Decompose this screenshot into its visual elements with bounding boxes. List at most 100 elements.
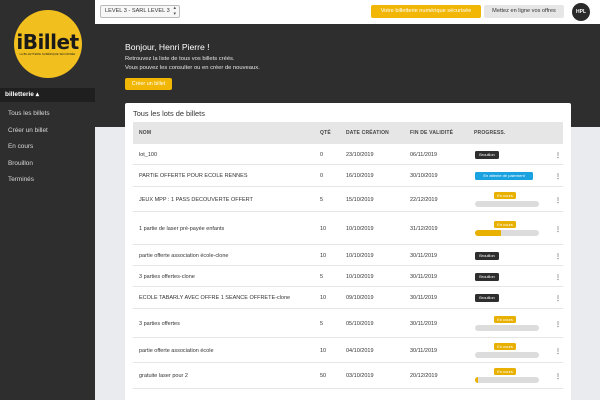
status-badge: Brouillon [475, 150, 499, 159]
caret-down-icon: ▴ [35, 91, 39, 98]
status-badge: En cours [494, 220, 516, 228]
row-qty: 0 [320, 173, 324, 179]
status-badge: Brouillon [475, 294, 499, 302]
row-name[interactable]: partie offerte association école-clone [139, 253, 228, 259]
row-created: 10/10/2019 [346, 225, 374, 232]
sidebar-item-tous-les-billets[interactable]: Tous les billets [0, 106, 95, 123]
col-qte[interactable]: QTÉ [320, 122, 331, 144]
table-row[interactable]: partie offerte association école-clone 10… [133, 245, 563, 266]
status-badge: En attente de paiement [475, 172, 533, 180]
row-name[interactable]: gratuite laser pour 2 [139, 373, 188, 379]
row-qty: 5 [320, 320, 324, 327]
row-qty: 10 [320, 252, 327, 259]
sidebar-section-label: billetterie [5, 91, 34, 98]
row-qty: 5 [320, 196, 324, 203]
sidebar-section-billetterie[interactable]: billetterie ▴ [0, 88, 95, 102]
more-actions-icon[interactable]: ⋮ [555, 348, 561, 355]
more-actions-icon[interactable]: ⋮ [555, 253, 561, 260]
progress-bar [475, 200, 539, 207]
select-arrows-icon: ▴ ▾ [173, 5, 176, 17]
table-row[interactable]: 3 parties offertes 5 05/10/2019 30/11/2019 E… [133, 309, 563, 338]
organization-select-value: LEVEL 3 - SARL LEVEL 3 [105, 8, 170, 14]
status-badge: Brouillon [475, 272, 499, 281]
table-row[interactable]: gratuite laser pour 2 50 03/10/2019 20/12/2… [133, 363, 563, 389]
col-date-creation[interactable]: DATE CRÉATION [346, 122, 389, 144]
row-qty: 5 [320, 273, 324, 280]
sidebar-item-brouillon[interactable]: Brouillon [0, 156, 95, 173]
row-name[interactable]: 3 parties offertes [139, 321, 180, 327]
row-end: 30/11/2019 [410, 320, 438, 327]
progress-bar [475, 351, 539, 358]
more-actions-icon[interactable]: ⋮ [555, 274, 561, 281]
row-end: 30/10/2019 [410, 173, 438, 179]
more-actions-icon[interactable]: ⋮ [555, 321, 561, 328]
row-end: 31/12/2019 [410, 225, 438, 232]
more-actions-icon[interactable]: ⋮ [555, 295, 561, 302]
row-end: 30/11/2019 [410, 273, 438, 280]
greeting-title: Bonjour, Henri Pierre ! [125, 42, 210, 52]
row-end: 20/12/2019 [410, 373, 438, 379]
col-progress[interactable]: PROGRESS. [474, 122, 506, 144]
progress-bar [475, 324, 539, 331]
row-name[interactable]: 3 parties offertes-clone [139, 274, 195, 280]
row-created: 10/10/2019 [346, 252, 374, 259]
col-nom[interactable]: NOM [139, 122, 151, 144]
sidebar-item-creer-un-billet[interactable]: Créer un billet [0, 123, 95, 140]
table-header: NOM QTÉ DATE CRÉATION FIN DE VALIDITÉ PR… [133, 122, 563, 144]
more-actions-icon[interactable]: ⋮ [555, 373, 561, 380]
organization-select[interactable]: LEVEL 3 - SARL LEVEL 3 ▴ ▾ [100, 5, 180, 18]
avatar[interactable]: HPL [572, 3, 590, 21]
col-fin-validite[interactable]: FIN DE VALIDITÉ [410, 122, 453, 144]
status-badge: Brouillon [475, 251, 499, 260]
more-actions-icon[interactable]: ⋮ [555, 197, 561, 204]
row-name[interactable]: lot_100 [139, 152, 157, 158]
row-name[interactable]: PARTIE OFFERTE POUR ECOLE RENNES [139, 173, 248, 179]
table-row[interactable]: lot_100 0 23/10/2019 06/11/2019 Brouillon ⋮ [133, 144, 563, 165]
progress-bar [475, 229, 539, 236]
table-row[interactable]: PARTIE OFFERTE POUR ECOLE RENNES 0 16/10/2… [133, 165, 563, 187]
row-qty: 10 [320, 347, 327, 354]
ibillet-logo[interactable]: iBillet LA BILLETTERIE NUMÉRIQUE SÉCURIS… [13, 10, 82, 78]
table-row[interactable]: 1 partie de laser pré-payée enfants 10 10/… [133, 212, 563, 245]
billetterie-button[interactable]: Votre billetterie numérique sécurisée [371, 5, 481, 18]
status-badge: En cours [494, 191, 516, 199]
sidebar-item-en-cours[interactable]: En cours [0, 139, 95, 156]
progress-fill [475, 377, 479, 383]
row-end: 06/11/2019 [410, 151, 438, 158]
progress-fill [475, 229, 501, 236]
sidebar-list: Tous les billets Créer un billet En cour… [0, 106, 95, 189]
row-end: 30/11/2019 [410, 347, 438, 354]
offres-button[interactable]: Mettez en ligne vos offres [484, 5, 564, 18]
status-badge: En cours [494, 342, 516, 350]
tickets-card: Tous les lots de billets NOM QTÉ DATE CR… [125, 103, 571, 400]
row-end: 30/11/2019 [410, 295, 438, 301]
row-created: 16/10/2019 [346, 173, 374, 179]
table-row[interactable]: partie offerte association école 10 04/10/… [133, 338, 563, 363]
row-qty: 50 [320, 373, 327, 379]
logo-tagline: LA BILLETTERIE NUMÉRIQUE SÉCURISÉE [19, 53, 76, 56]
row-name[interactable]: ECOLE TABARLY AVEC OFFRE 1 SEANCE OFFRET… [139, 295, 290, 301]
row-created: 10/10/2019 [346, 273, 374, 280]
create-ticket-button[interactable]: Créer un billet [125, 78, 172, 90]
table-row[interactable]: ECOLE TABARLY AVEC OFFRE 1 SEANCE OFFRET… [133, 287, 563, 309]
progress-bar [475, 377, 539, 383]
row-end: 30/11/2019 [410, 252, 438, 259]
row-qty: 0 [320, 151, 324, 158]
row-name[interactable]: JEUX MPP : 1 PASS DECOUVERTE OFFERT [139, 197, 253, 203]
card-title: Tous les lots de billets [133, 109, 205, 118]
sidebar-item-termines[interactable]: Terminés [0, 172, 95, 189]
status-badge: En cours [494, 315, 516, 323]
row-name[interactable]: 1 partie de laser pré-payée enfants [139, 226, 224, 232]
row-created: 05/10/2019 [346, 320, 374, 327]
table-row[interactable]: 3 parties offertes-clone 5 10/10/2019 30/11… [133, 266, 563, 287]
more-actions-icon[interactable]: ⋮ [555, 226, 561, 233]
more-actions-icon[interactable]: ⋮ [555, 152, 561, 159]
more-actions-icon[interactable]: ⋮ [555, 173, 561, 180]
status-badge: En cours [494, 368, 516, 375]
row-created: 09/10/2019 [346, 295, 374, 301]
row-created: 04/10/2019 [346, 347, 374, 354]
row-end: 22/12/2019 [410, 196, 438, 203]
row-created: 03/10/2019 [346, 373, 374, 379]
table-row[interactable]: JEUX MPP : 1 PASS DECOUVERTE OFFERT 5 15/1… [133, 187, 563, 212]
row-name[interactable]: partie offerte association école [139, 348, 214, 354]
